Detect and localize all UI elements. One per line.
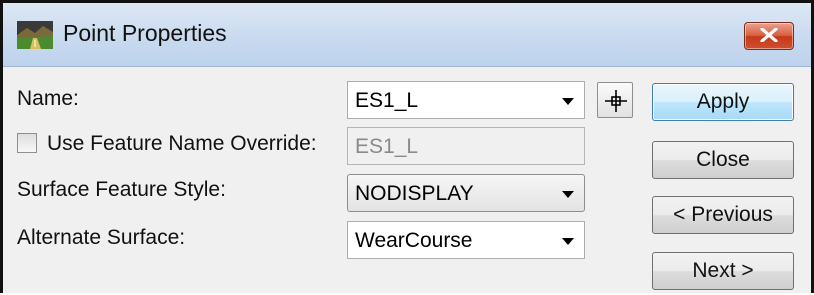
- feature-name-override-label[interactable]: Use Feature Name Override:: [47, 132, 317, 156]
- surface-feature-style-dropdown[interactable]: NODISPLAY: [347, 174, 585, 212]
- feature-name-override-checkbox[interactable]: [17, 133, 37, 153]
- point-properties-dialog: Point Properties Name: ES1_L Use Feature…: [0, 0, 814, 293]
- landscape-icon: [17, 21, 53, 49]
- name-label: Name:: [17, 87, 79, 110]
- alternate-surface-label: Alternate Surface:: [17, 226, 186, 249]
- alternate-surface-combobox[interactable]: WearCourse: [347, 221, 585, 259]
- alternate-surface-value: WearCourse: [355, 229, 473, 252]
- dialog-title: Point Properties: [63, 20, 227, 46]
- previous-button[interactable]: < Previous: [652, 196, 794, 234]
- close-x-icon: [760, 28, 778, 42]
- crosshair-icon: [605, 90, 627, 112]
- next-button[interactable]: Next >: [652, 252, 794, 290]
- chevron-down-icon[interactable]: [562, 191, 574, 198]
- surface-feature-style-label: Surface Feature Style:: [17, 178, 226, 201]
- apply-button[interactable]: Apply: [652, 83, 794, 121]
- feature-name-override-field: ES1_L: [347, 127, 585, 165]
- title-bar[interactable]: Point Properties: [3, 3, 811, 67]
- surface-feature-style-value: NODISPLAY: [355, 182, 474, 205]
- chevron-down-icon[interactable]: [562, 98, 574, 105]
- feature-name-override-value: ES1_L: [355, 135, 419, 158]
- name-value: ES1_L: [355, 89, 419, 112]
- name-combobox[interactable]: ES1_L: [347, 81, 585, 119]
- chevron-down-icon[interactable]: [562, 238, 574, 245]
- close-button[interactable]: Close: [652, 141, 794, 179]
- close-window-button[interactable]: [744, 22, 794, 50]
- pick-point-button[interactable]: [597, 82, 633, 118]
